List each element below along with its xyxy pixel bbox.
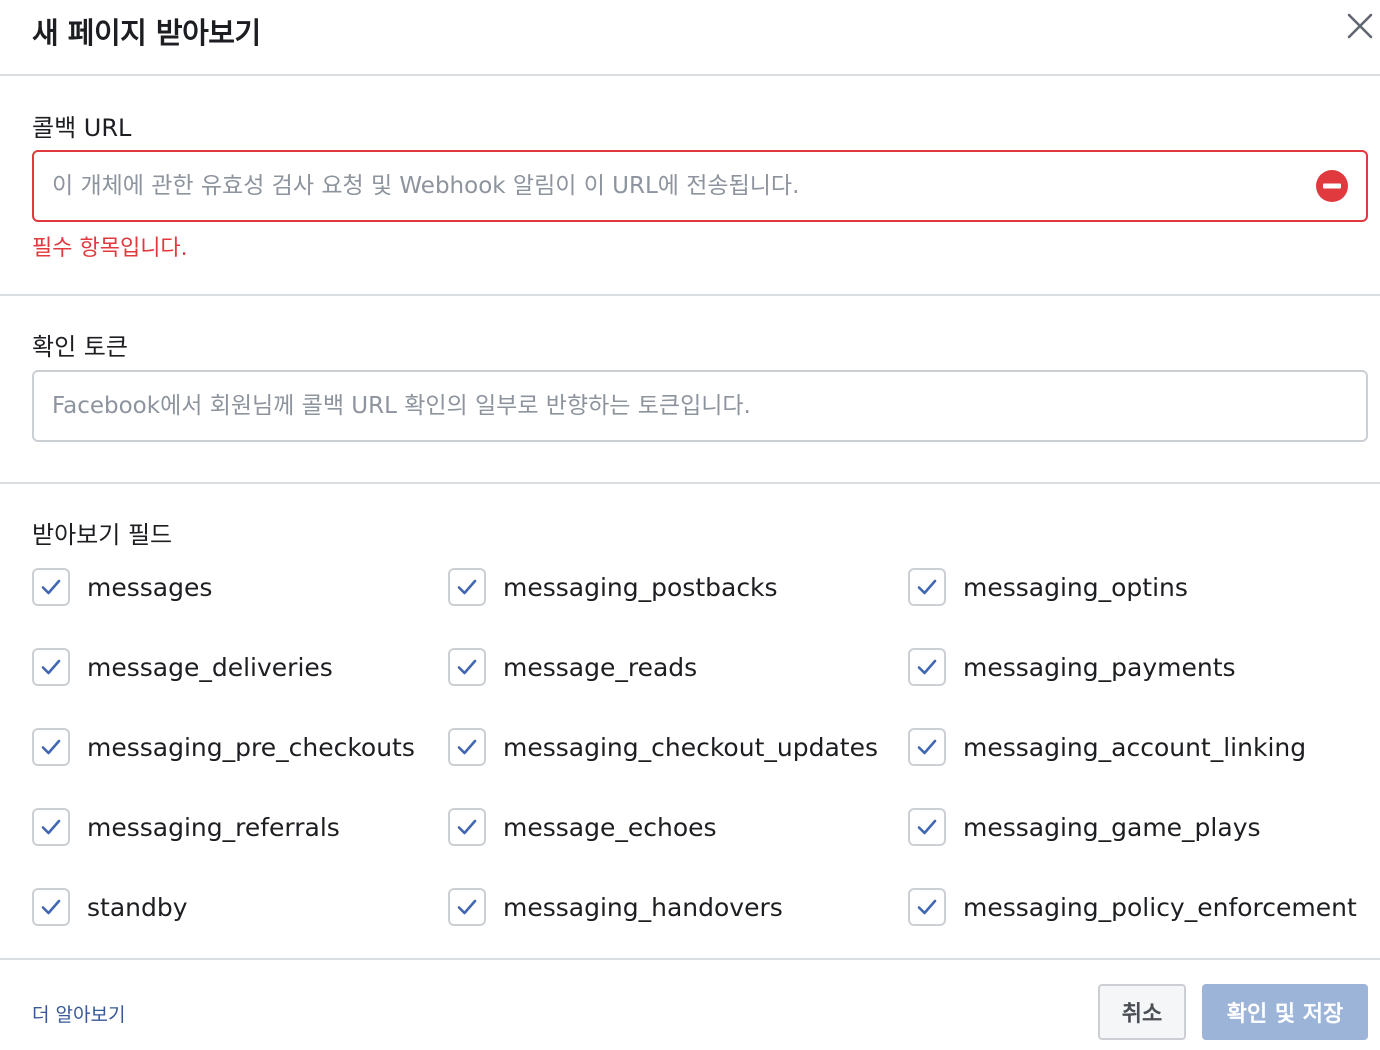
callback-url-input[interactable] <box>52 152 1302 220</box>
verify-token-label: 확인 토큰 <box>32 333 128 361</box>
subscription-field-checkbox[interactable]: messaging_pre_checkouts <box>32 726 415 768</box>
subscription-field-checkbox[interactable]: messaging_account_linking <box>908 726 1306 768</box>
checkmark-icon <box>41 579 61 595</box>
close-button[interactable] <box>1340 8 1378 46</box>
checkbox-label: message_deliveries <box>87 652 333 682</box>
checkmark-icon <box>457 819 477 835</box>
subscription-field-checkbox[interactable]: messaging_payments <box>908 646 1236 688</box>
checkmark-icon <box>457 659 477 675</box>
error-icon <box>1316 170 1348 202</box>
checkbox-box[interactable] <box>908 888 946 926</box>
checkbox-label: messaging_handovers <box>503 892 783 922</box>
checkbox-label: messaging_account_linking <box>963 732 1307 762</box>
checkbox-label: messaging_referrals <box>87 812 340 842</box>
subscription-fields-label: 받아보기 필드 <box>32 521 173 549</box>
checkbox-label: messaging_payments <box>963 652 1236 682</box>
callback-url-field-wrapper <box>32 150 1368 222</box>
checkbox-label: message_echoes <box>503 812 717 842</box>
callback-url-label: 콜백 URL <box>32 114 132 142</box>
dialog-footer: 더 알아보기 취소 확인 및 저장 <box>0 960 1380 1050</box>
checkbox-label: message_reads <box>503 652 698 682</box>
checkbox-box[interactable] <box>448 728 486 766</box>
checkbox-box[interactable] <box>448 568 486 606</box>
confirm-and-save-button[interactable]: 확인 및 저장 <box>1202 984 1368 1040</box>
checkbox-box[interactable] <box>32 728 70 766</box>
checkbox-box[interactable] <box>448 808 486 846</box>
subscription-field-checkbox[interactable]: message_deliveries <box>32 646 333 688</box>
subscription-field-checkbox[interactable]: standby <box>32 886 188 928</box>
checkbox-box[interactable] <box>32 568 70 606</box>
checkmark-icon <box>457 579 477 595</box>
checkmark-icon <box>917 739 937 755</box>
checkmark-icon <box>41 659 61 675</box>
subscription-field-checkbox[interactable]: message_echoes <box>448 806 717 848</box>
checkmark-icon <box>457 899 477 915</box>
checkbox-label: messages <box>87 572 213 602</box>
verify-token-section: 확인 토큰 <box>0 296 1380 484</box>
callback-url-section: 콜백 URL 필수 항목입니다. <box>0 76 1380 296</box>
checkbox-box[interactable] <box>908 648 946 686</box>
checkbox-box[interactable] <box>908 728 946 766</box>
checkmark-icon <box>917 659 937 675</box>
checkmark-icon <box>41 819 61 835</box>
checkbox-box[interactable] <box>448 888 486 926</box>
checkbox-label: messaging_game_plays <box>963 812 1261 842</box>
subscription-field-checkbox[interactable]: messaging_checkout_updates <box>448 726 878 768</box>
close-icon <box>1347 13 1373 39</box>
subscription-field-checkbox[interactable]: messaging_policy_enforcement <box>908 886 1357 928</box>
checkbox-box[interactable] <box>448 648 486 686</box>
checkbox-label: messaging_optins <box>963 572 1188 602</box>
subscription-field-checkbox[interactable]: messaging_handovers <box>448 886 783 928</box>
checkbox-label: messaging_policy_enforcement <box>963 892 1357 922</box>
subscription-field-checkbox[interactable]: messaging_optins <box>908 566 1188 608</box>
checkmark-icon <box>917 579 937 595</box>
checkbox-label: messaging_checkout_updates <box>503 732 878 762</box>
checkbox-box[interactable] <box>908 808 946 846</box>
checkbox-label: messaging_pre_checkouts <box>87 732 415 762</box>
subscription-field-checkbox[interactable]: message_reads <box>448 646 697 688</box>
checkmark-icon <box>917 899 937 915</box>
learn-more-link[interactable]: 더 알아보기 <box>32 1000 125 1027</box>
verify-token-field-wrapper <box>32 370 1368 442</box>
checkmark-icon <box>457 739 477 755</box>
subscription-field-checkbox[interactable]: messaging_postbacks <box>448 566 778 608</box>
checkbox-box[interactable] <box>32 888 70 926</box>
dialog-title: 새 페이지 받아보기 <box>32 16 261 50</box>
checkbox-box[interactable] <box>32 648 70 686</box>
checkbox-box[interactable] <box>32 808 70 846</box>
callback-url-error: 필수 항목입니다. <box>32 236 188 261</box>
subscription-field-checkbox[interactable]: messaging_game_plays <box>908 806 1261 848</box>
checkbox-box[interactable] <box>908 568 946 606</box>
verify-token-input[interactable] <box>52 372 1302 440</box>
cancel-button[interactable]: 취소 <box>1098 984 1186 1040</box>
subscription-fields-section: 받아보기 필드 messages messaging_postbacks messa… <box>0 484 1380 960</box>
checkbox-label: messaging_postbacks <box>503 572 778 602</box>
subscription-field-checkbox[interactable]: messaging_referrals <box>32 806 340 848</box>
checkbox-label: standby <box>87 892 188 922</box>
dialog-header: 새 페이지 받아보기 <box>0 0 1380 76</box>
checkmark-icon <box>41 899 61 915</box>
subscription-field-checkbox[interactable]: messages <box>32 566 212 608</box>
checkmark-icon <box>917 819 937 835</box>
checkmark-icon <box>41 739 61 755</box>
